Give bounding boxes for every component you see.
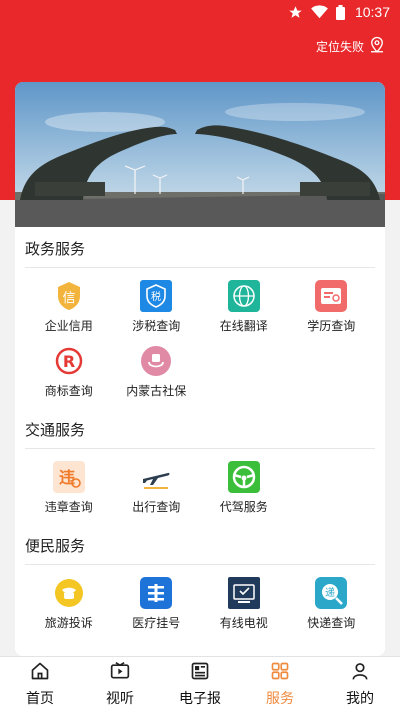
services-grid-icon xyxy=(270,661,290,684)
service-item[interactable]: 在线翻译 xyxy=(200,274,288,339)
service-label: 在线翻译 xyxy=(219,319,268,333)
service-label: 商标查询 xyxy=(44,384,93,398)
airplane-icon xyxy=(140,461,172,493)
service-item[interactable]: 学历查询 xyxy=(288,274,376,339)
trademark-icon: R xyxy=(53,345,85,377)
section-title: 便民服务 xyxy=(25,524,375,565)
services-card: 政务服务信企业信用税涉税查询 在线翻译 学历查询 R 商标查询 内蒙古社保 交通服务违违章查… xyxy=(15,82,385,656)
service-item[interactable]: 医疗挂号 xyxy=(113,571,201,636)
service-label: 内蒙古社保 xyxy=(126,384,187,398)
tab-label: 我的 xyxy=(346,689,374,706)
service-item[interactable]: 递快递查询 xyxy=(288,571,376,636)
service-item[interactable]: 代驾服务 xyxy=(200,455,288,520)
service-label: 涉税查询 xyxy=(132,319,181,333)
svg-text:信: 信 xyxy=(62,291,75,306)
service-sections: 政务服务信企业信用税涉税查询 在线翻译 学历查询 R 商标查询 内蒙古社保 交通服务违违章查… xyxy=(15,227,385,640)
enterprise-credit-icon: 信 xyxy=(53,280,85,312)
tab-item[interactable]: 我的 xyxy=(320,657,400,711)
service-item[interactable]: R 商标查询 xyxy=(25,339,113,404)
svg-text:税: 税 xyxy=(151,290,161,303)
service-item[interactable]: 内蒙古社保 xyxy=(113,339,201,404)
service-section: 便民服务旅游投诉 医疗挂号 有线电视 递快递查询 xyxy=(15,524,385,640)
location-label: 定位失败 xyxy=(315,40,364,54)
svg-text:递: 递 xyxy=(325,586,335,599)
service-item[interactable]: 税涉税查询 xyxy=(113,274,201,339)
service-item[interactable]: 旅游投诉 xyxy=(25,571,113,636)
tax-query-icon: 税 xyxy=(140,280,173,312)
star-icon xyxy=(288,5,303,20)
service-item[interactable]: 出行查询 xyxy=(113,455,201,520)
tab-item[interactable]: 首页 xyxy=(0,657,80,711)
service-label: 医疗挂号 xyxy=(132,616,181,630)
service-grid: 信企业信用税涉税查询 在线翻译 学历查询 R 商标查询 内蒙古社保 xyxy=(25,268,375,408)
svg-text:R: R xyxy=(63,352,75,371)
service-item[interactable]: 信企业信用 xyxy=(25,274,113,339)
tab-label: 服务 xyxy=(266,689,294,706)
home-icon xyxy=(30,661,50,684)
education-query-icon xyxy=(315,280,348,312)
tab-item[interactable]: 电子报 xyxy=(160,657,240,711)
express-query-icon: 递 xyxy=(315,577,348,609)
location-pin-icon xyxy=(368,36,386,57)
translate-icon xyxy=(227,280,260,312)
section-title: 政务服务 xyxy=(25,227,375,268)
service-label: 学历查询 xyxy=(307,319,356,333)
cable-tv-icon xyxy=(227,577,260,609)
newspaper-icon xyxy=(190,661,210,684)
violation-query-icon: 违 xyxy=(52,461,85,493)
service-item[interactable]: 有线电视 xyxy=(200,571,288,636)
service-section: 政务服务信企业信用税涉税查询 在线翻译 学历查询 R 商标查询 内蒙古社保 xyxy=(15,227,385,408)
section-title: 交通服务 xyxy=(25,408,375,449)
service-label: 出行查询 xyxy=(132,500,181,514)
service-label: 快递查询 xyxy=(307,616,356,630)
service-label: 违章查询 xyxy=(44,500,93,514)
service-section: 交通服务违违章查询 出行查询 代驾服务 xyxy=(15,408,385,524)
tab-item[interactable]: 服务 xyxy=(240,657,320,711)
steering-wheel-icon xyxy=(227,461,260,493)
social-security-icon xyxy=(140,345,172,377)
location-button[interactable]: 定位失败 xyxy=(316,36,386,57)
service-item[interactable]: 违违章查询 xyxy=(25,455,113,520)
battery-icon xyxy=(335,4,345,20)
phone-complaint-icon xyxy=(53,577,85,609)
tab-label: 视听 xyxy=(106,689,134,706)
service-label: 旅游投诉 xyxy=(44,616,93,630)
banner-image[interactable] xyxy=(15,82,385,227)
tab-label: 电子报 xyxy=(179,689,221,706)
tab-item[interactable]: 视听 xyxy=(80,657,160,711)
bottom-tab-bar: 首页 视听 电子报 服务 我的 xyxy=(0,656,400,711)
video-icon xyxy=(110,661,130,684)
service-label: 企业信用 xyxy=(44,319,93,333)
tab-label: 首页 xyxy=(26,689,54,706)
profile-icon xyxy=(350,661,370,684)
service-label: 代驾服务 xyxy=(219,500,268,514)
medical-register-icon xyxy=(140,577,173,609)
service-label: 有线电视 xyxy=(219,616,268,630)
status-bar: 10:37 xyxy=(0,0,400,24)
wifi-icon xyxy=(311,5,328,19)
service-grid: 旅游投诉 医疗挂号 有线电视 递快递查询 xyxy=(25,565,375,640)
status-time: 10:37 xyxy=(354,4,390,20)
service-grid: 违违章查询 出行查询 代驾服务 xyxy=(25,449,375,524)
